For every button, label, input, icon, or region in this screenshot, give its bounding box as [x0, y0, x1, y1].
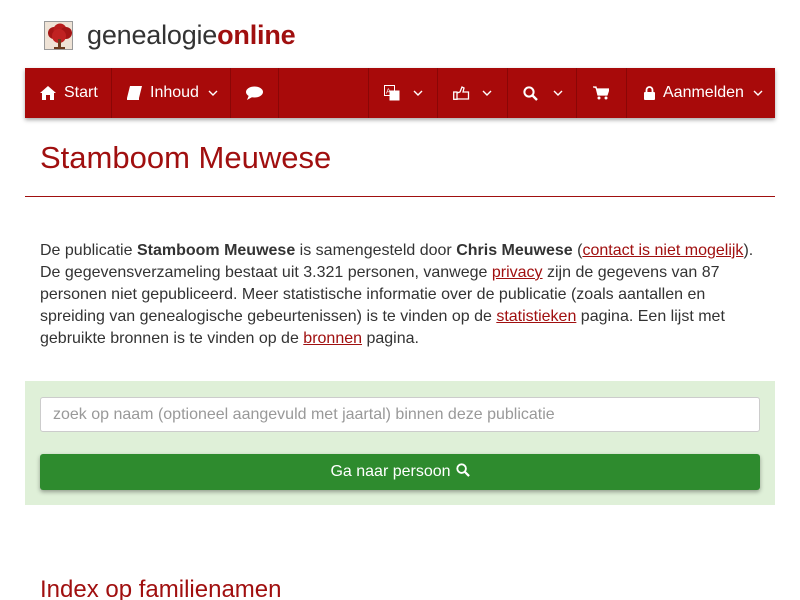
- contact-link[interactable]: contact is niet mogelijk: [582, 242, 743, 259]
- nav-login-dropdown[interactable]: Aanmelden: [644, 68, 763, 118]
- chevron-down-icon: [482, 90, 492, 96]
- nav-login-label: Aanmelden: [663, 84, 744, 101]
- person-search-input[interactable]: [40, 397, 760, 432]
- nav-divider: [368, 68, 369, 118]
- nav-divider: [437, 68, 438, 118]
- title-divider: [25, 196, 775, 197]
- home-icon: [40, 86, 56, 100]
- nav-divider: [111, 68, 112, 118]
- nav-divider: [507, 68, 508, 118]
- search-icon: [451, 462, 470, 482]
- intro-text: is samengesteld door: [295, 242, 457, 259]
- surname-index-heading: Index op familienamen: [40, 576, 282, 600]
- nav-divider: [626, 68, 627, 118]
- page-title: Stamboom Meuwese: [40, 140, 332, 175]
- chevron-down-icon: [753, 90, 763, 96]
- translate-icon: A: [384, 85, 400, 101]
- main-navbar: Start Inhoud A Aanmelden: [25, 68, 775, 118]
- brand-name-bold: online: [217, 20, 296, 50]
- nav-inhoud-dropdown[interactable]: Inhoud: [127, 68, 218, 118]
- nav-divider: [278, 68, 279, 118]
- nav-forum[interactable]: [246, 68, 263, 118]
- chevron-down-icon: [208, 90, 218, 96]
- svg-text:A: A: [386, 88, 391, 96]
- nav-shop[interactable]: [593, 68, 609, 118]
- chat-icon: [246, 86, 263, 100]
- person-search-panel: Ga naar persoon: [25, 381, 775, 505]
- nav-language-dropdown[interactable]: A: [384, 68, 423, 118]
- publication-intro: De publicatie Stamboom Meuwese is sameng…: [40, 240, 760, 350]
- cart-icon: [593, 86, 609, 100]
- nav-divider: [230, 68, 231, 118]
- intro-text: (: [572, 242, 583, 259]
- author-name: Chris Meuwese: [456, 242, 573, 259]
- nav-share-dropdown[interactable]: [453, 68, 492, 118]
- lock-icon: [644, 86, 655, 100]
- nav-search-dropdown[interactable]: [523, 68, 563, 118]
- nav-divider: [576, 68, 577, 118]
- nav-inhoud-label: Inhoud: [150, 84, 199, 101]
- intro-text: pagina.: [362, 330, 419, 347]
- book-icon: [127, 86, 142, 100]
- search-icon: [523, 85, 538, 101]
- chevron-down-icon: [553, 90, 563, 96]
- site-brand[interactable]: genealogieonline: [44, 20, 296, 50]
- statistics-link[interactable]: statistieken: [496, 308, 576, 325]
- publication-name: Stamboom Meuwese: [136, 242, 296, 259]
- privacy-link[interactable]: privacy: [492, 264, 543, 281]
- chevron-down-icon: [413, 90, 423, 96]
- nav-start[interactable]: Start: [40, 68, 98, 118]
- go-to-person-label: Ga naar persoon: [330, 463, 451, 480]
- intro-text: De publicatie: [40, 242, 137, 259]
- nav-start-label: Start: [64, 84, 98, 101]
- tree-logo-icon: [44, 20, 73, 50]
- go-to-person-button[interactable]: Ga naar persoon: [40, 454, 760, 490]
- brand-name-light: genealogie: [87, 20, 218, 50]
- thumbs-up-icon: [453, 86, 470, 100]
- sources-link[interactable]: bronnen: [303, 330, 362, 347]
- brand-name: genealogieonline: [87, 20, 296, 50]
